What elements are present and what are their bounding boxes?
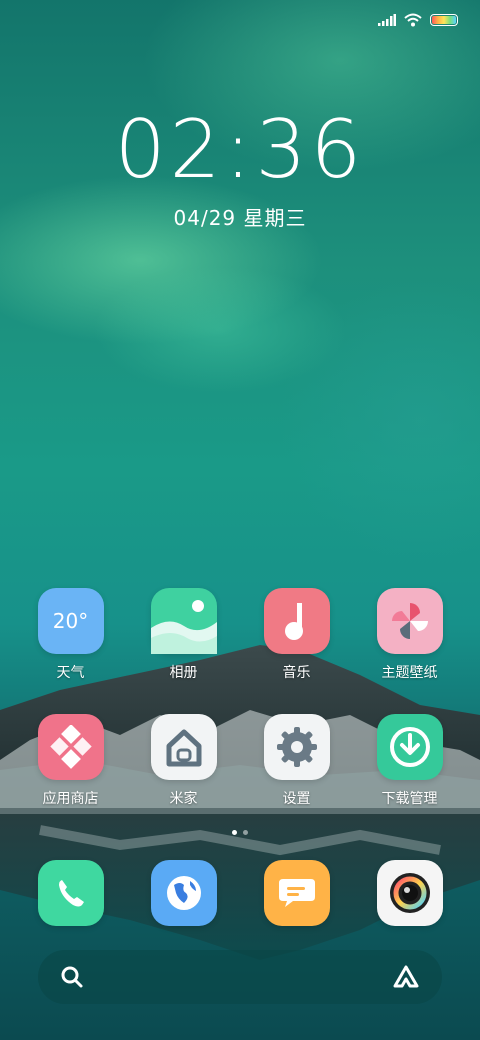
gallery-icon[interactable] (150, 588, 217, 654)
page-dot[interactable] (243, 830, 248, 835)
weather-icon[interactable]: 20° (37, 588, 104, 654)
app-weather[interactable]: 20° 天气 (21, 588, 121, 714)
app-themes[interactable]: 主题壁纸 (360, 588, 460, 714)
clock-date: 04/29 星期三 (173, 206, 307, 230)
assistant-icon[interactable] (392, 964, 420, 990)
dock (0, 860, 480, 930)
app-downloads[interactable]: 下载管理 (360, 714, 460, 840)
app-label: 设置 (282, 791, 311, 807)
app-store[interactable]: 应用商店 (21, 714, 121, 840)
battery-icon (430, 14, 458, 26)
mi-home-icon[interactable] (150, 714, 217, 780)
weather-temp: 20° (52, 609, 89, 633)
app-settings[interactable]: 设置 (247, 714, 347, 840)
app-label: 相册 (169, 665, 198, 681)
app-store-icon[interactable] (37, 714, 104, 780)
app-gallery[interactable]: 相册 (134, 588, 234, 714)
app-music[interactable]: 音乐 (247, 588, 347, 714)
dock-messages[interactable] (247, 860, 347, 930)
page-indicator (0, 830, 480, 835)
browser-globe-icon[interactable] (150, 860, 217, 926)
app-grid: 20° 天气 相册 音乐 主题壁纸 应用商店 米家 设置 下载管理 (0, 588, 480, 840)
app-label: 主题壁纸 (381, 665, 438, 681)
themes-icon[interactable] (376, 588, 443, 654)
app-label: 天气 (56, 665, 85, 681)
wifi-icon (404, 13, 422, 27)
messages-icon[interactable] (263, 860, 330, 926)
music-icon[interactable] (263, 588, 330, 654)
camera-icon[interactable] (376, 860, 443, 926)
signal-bars-icon (378, 14, 396, 26)
settings-gear-icon[interactable] (263, 714, 330, 780)
app-label: 米家 (169, 791, 198, 807)
battery-level (432, 16, 456, 24)
phone-icon[interactable] (37, 860, 104, 926)
dock-phone[interactable] (21, 860, 121, 930)
app-label: 下载管理 (381, 791, 438, 807)
app-mi-home[interactable]: 米家 (134, 714, 234, 840)
dock-browser[interactable] (134, 860, 234, 930)
page-dot-active[interactable] (232, 830, 237, 835)
download-icon[interactable] (376, 714, 443, 780)
clock-time: 02:36 (114, 103, 366, 196)
status-bar (378, 10, 458, 30)
search-icon[interactable] (60, 965, 84, 989)
dock-camera[interactable] (360, 860, 460, 930)
app-label: 应用商店 (42, 791, 99, 807)
app-label: 音乐 (282, 665, 311, 681)
search-bar[interactable] (38, 950, 442, 1004)
